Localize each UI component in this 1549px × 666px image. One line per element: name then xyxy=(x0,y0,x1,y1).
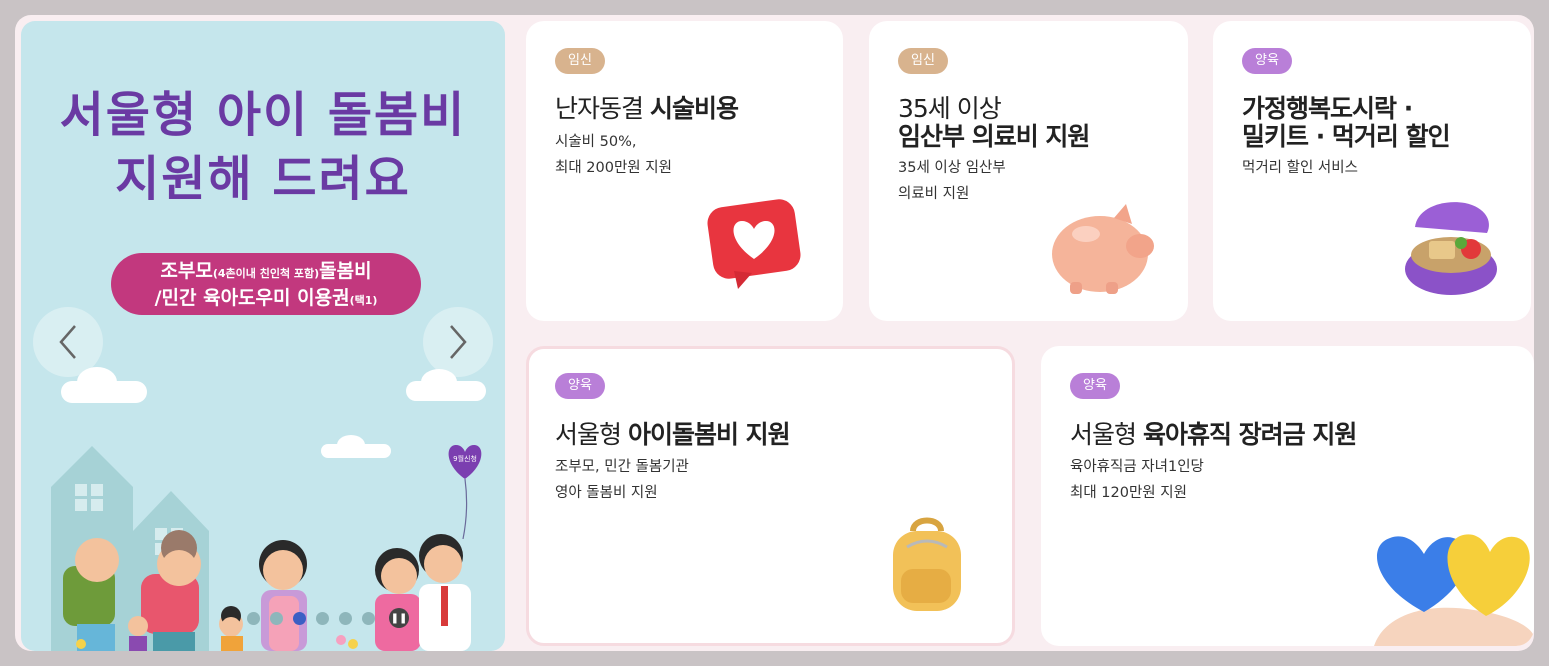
card-title-light: 35세 이상 xyxy=(898,94,1002,123)
category-tag: 임신 xyxy=(555,48,605,74)
card-title-light: 난자동결 xyxy=(555,94,650,123)
category-tag: 양육 xyxy=(1070,373,1120,399)
banner-title: 서울형 아이 돌봄비 지원해 드려요 xyxy=(21,83,505,211)
card-description: 육아휴직금 자녀1인당 최대 120만원 지원 xyxy=(1070,454,1204,506)
slider-dot[interactable] xyxy=(270,611,283,625)
slider-dot[interactable] xyxy=(362,611,375,625)
window-decoration xyxy=(75,499,87,511)
banner-title-line2: 지원해 드려요 xyxy=(115,151,411,207)
card-parental-leave-incentive[interactable]: 양육 서울형 육아휴직 장려금 지원 육아휴직금 자녀1인당 최대 120만원 … xyxy=(1041,346,1534,646)
card-desc-line2: 의료비 지원 xyxy=(898,186,970,202)
card-title-line1: 가정행복도시락 · xyxy=(1242,94,1413,123)
card-title-light: 서울형 xyxy=(555,420,628,449)
window-decoration xyxy=(75,484,87,496)
slider-next-button[interactable] xyxy=(423,307,493,377)
card-title-light: 서울형 xyxy=(1070,420,1143,449)
card-description: 먹거리 할인 서비스 xyxy=(1242,155,1358,181)
card-title: 서울형 아이돌봄비 지원 xyxy=(555,420,791,449)
window-decoration xyxy=(91,484,103,496)
banner-title-line1: 서울형 아이 돌봄비 xyxy=(59,87,467,143)
category-tag: 양육 xyxy=(1242,48,1292,74)
card-description: 시술비 50%, 최대 200만원 지원 xyxy=(555,129,672,181)
pill-small-2: (택1) xyxy=(349,294,378,307)
card-title-bold: 시술비용 xyxy=(649,94,739,123)
card-desc-line1: 조부모, 민간 돌봄기관 xyxy=(555,459,689,475)
family-illustration xyxy=(63,530,471,651)
card-egg-freezing[interactable]: 임신 난자동결 시술비용 시술비 50%, 최대 200만원 지원 xyxy=(526,21,843,321)
hearts-in-hand-icon xyxy=(1374,534,1534,646)
card-desc-line1: 35세 이상 임산부 xyxy=(898,160,1006,176)
slider-pagination: ❚❚ xyxy=(247,608,409,628)
main-frame: 서울형 아이 돌봄비 지원해 드려요 조부모(4촌이내 친인척 포함)돌봄비 /… xyxy=(15,15,1534,651)
slider-prev-button[interactable] xyxy=(33,307,103,377)
card-title-bold: 아이돌봄비 지원 xyxy=(627,420,791,449)
card-title-line2: 밀키트 · 먹거리 할인 xyxy=(1242,122,1451,151)
card-desc-line2: 최대 200만원 지원 xyxy=(555,160,672,176)
card-title-bold: 육아휴직 장려금 지원 xyxy=(1142,420,1357,449)
card-desc-line1: 먹거리 할인 서비스 xyxy=(1242,160,1358,176)
card-desc-line2: 최대 120만원 지원 xyxy=(1070,485,1187,501)
card-desc-line1: 시술비 50%, xyxy=(555,134,637,150)
pause-icon: ❚❚ xyxy=(390,612,408,624)
window-decoration xyxy=(91,499,103,511)
card-child-care-support[interactable]: 양육 서울형 아이돌봄비 지원 조부모, 민간 돌봄기관 영아 돌봄비 지원 xyxy=(526,346,1015,646)
promo-banner-slider[interactable]: 서울형 아이 돌봄비 지원해 드려요 조부모(4촌이내 친인척 포함)돌봄비 /… xyxy=(21,21,505,651)
category-tag: 양육 xyxy=(555,373,605,399)
balloon-label: 9월신청 xyxy=(453,454,477,463)
slider-pause-button[interactable]: ❚❚ xyxy=(389,608,409,628)
lunchbox-icon xyxy=(1405,202,1497,295)
slider-dot[interactable] xyxy=(247,611,260,625)
chevron-right-icon xyxy=(450,325,467,359)
card-desc-line1: 육아휴직금 자녀1인당 xyxy=(1070,459,1204,475)
category-tag: 임신 xyxy=(898,48,948,74)
pill-text-1: 조부모 xyxy=(160,260,213,282)
banner-subtitle-pill: 조부모(4촌이내 친인척 포함)돌봄비 /민간 육아도우미 이용권(택1) xyxy=(111,253,421,315)
cloud-decoration xyxy=(337,435,365,455)
slider-dot[interactable] xyxy=(339,611,352,625)
backpack-icon xyxy=(893,517,961,611)
card-description: 조부모, 민간 돌봄기관 영아 돌봄비 지원 xyxy=(555,454,689,506)
pill-text-2: 돌봄비 xyxy=(319,260,372,282)
card-title: 서울형 육아휴직 장려금 지원 xyxy=(1070,420,1357,449)
chevron-left-icon xyxy=(59,325,76,359)
card-meal-discount[interactable]: 양육 가정행복도시락 · 밀키트 · 먹거리 할인 먹거리 할인 서비스 xyxy=(1213,21,1531,321)
piggy-bank-icon xyxy=(1052,204,1154,294)
card-title: 가정행복도시락 · 밀키트 · 먹거리 할인 xyxy=(1242,94,1451,151)
slider-dot-active[interactable] xyxy=(293,611,306,625)
pill-text-3: /민간 육아도우미 이용권 xyxy=(154,287,350,309)
card-title: 35세 이상 임산부 의료비 지원 xyxy=(898,94,1090,151)
card-description: 35세 이상 임산부 의료비 지원 xyxy=(898,155,1006,207)
card-title: 난자동결 시술비용 xyxy=(555,94,739,123)
slider-dot[interactable] xyxy=(316,611,329,625)
heart-notification-icon xyxy=(707,199,801,289)
card-title-bold: 임산부 의료비 지원 xyxy=(898,122,1090,151)
card-desc-line2: 영아 돌봄비 지원 xyxy=(555,485,658,501)
card-pregnant-medical[interactable]: 임신 35세 이상 임산부 의료비 지원 35세 이상 임산부 의료비 지원 xyxy=(869,21,1188,321)
pill-small-1: (4촌이내 친인척 포함) xyxy=(212,267,320,280)
